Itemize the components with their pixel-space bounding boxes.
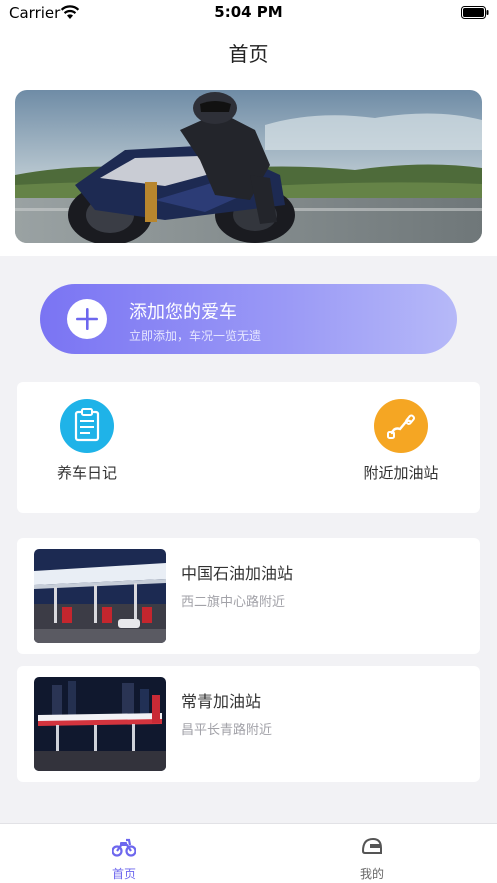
tab-home[interactable]: 首页 (0, 824, 248, 883)
status-time: 5:04 PM (214, 3, 283, 21)
battery-icon (461, 6, 489, 19)
station-card[interactable]: 常青加油站 昌平长青路附近 (17, 666, 480, 782)
tab-mine-label: 我的 (359, 867, 384, 881)
quick-actions-card: 养车日记 附近加油站 (17, 382, 480, 513)
station-photo (34, 677, 166, 771)
station-address: 昌平长青路附近 (181, 723, 273, 738)
tab-home-label: 首页 (111, 867, 136, 881)
banner-section (0, 78, 497, 256)
add-icon (67, 299, 107, 339)
nearby-stations-button[interactable]: 附近加油站 (341, 382, 461, 513)
fuel-nozzle-icon (374, 399, 428, 453)
clipboard-icon (60, 399, 114, 453)
car-diary-button[interactable]: 养车日记 (27, 382, 147, 513)
station-photo (34, 549, 166, 643)
page-title: 首页 (228, 42, 269, 66)
car-diary-label: 养车日记 (56, 464, 117, 482)
add-car-subtitle: 立即添加，车况一览无遗 (129, 329, 262, 343)
tab-bar: 首页 我的 (0, 823, 497, 883)
tab-mine[interactable]: 我的 (248, 824, 496, 883)
status-bar: Carrier 5:04 PM (0, 0, 497, 26)
add-car-title: 添加您的爱车 (129, 302, 237, 323)
banner-image[interactable] (15, 90, 482, 243)
motorcycle-icon (112, 838, 136, 857)
station-address: 西二旗中心路附近 (181, 595, 286, 610)
helmet-icon (361, 837, 382, 854)
station-name: 常青加油站 (181, 692, 262, 711)
add-car-button[interactable]: 添加您的爱车 立即添加，车况一览无遗 (40, 284, 457, 354)
station-name: 中国石油加油站 (181, 564, 294, 583)
nearby-stations-label: 附近加油站 (363, 464, 439, 482)
station-card[interactable]: 中国石油加油站 西二旗中心路附近 (17, 538, 480, 654)
nav-bar: 首页 (0, 26, 497, 78)
